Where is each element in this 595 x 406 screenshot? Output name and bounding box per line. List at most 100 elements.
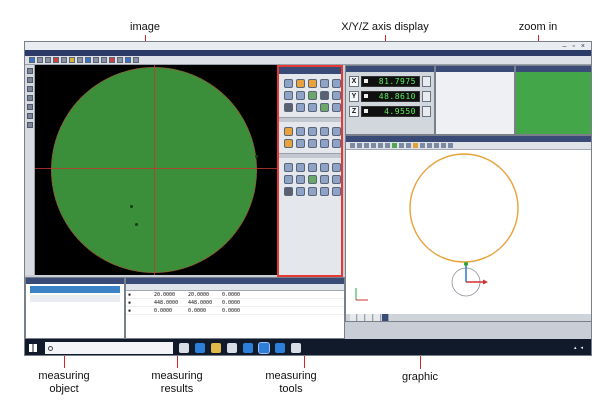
grid-tool-icon[interactable] <box>332 187 341 196</box>
close-icon[interactable]: × <box>581 43 585 50</box>
circle-tool-icon[interactable] <box>308 79 317 88</box>
graphic-view[interactable] <box>345 135 591 322</box>
minimize-icon[interactable]: – <box>563 43 567 50</box>
graphic-tool-icon[interactable] <box>371 143 376 148</box>
table-row[interactable]: ▪ 448.0000 448.0000 0.0000 <box>126 299 344 307</box>
graphic-tool-icon[interactable] <box>385 143 390 148</box>
toolbar-icon[interactable] <box>37 57 43 63</box>
rectangle-tool-icon[interactable] <box>284 91 293 100</box>
table-row[interactable]: ▪ 0.0000 0.0000 0.0000 <box>126 307 344 315</box>
x-axis-key[interactable]: X <box>349 75 359 87</box>
spline-tool-icon[interactable] <box>308 163 317 172</box>
toolbar-icon[interactable] <box>93 57 99 63</box>
start-button[interactable] <box>25 339 41 355</box>
width-tool-icon[interactable] <box>296 175 305 184</box>
toolbar-icon[interactable] <box>29 57 35 63</box>
y-axis-key[interactable]: Y <box>349 90 359 102</box>
taskbar-search[interactable] <box>45 342 173 354</box>
z-axis-key[interactable]: Z <box>349 105 359 117</box>
toolbar-icon[interactable] <box>133 57 139 63</box>
box-tool-icon[interactable] <box>284 175 293 184</box>
toolbar-icon[interactable] <box>85 57 91 63</box>
edge-icon[interactable] <box>195 343 205 353</box>
object-row[interactable] <box>30 295 120 302</box>
mail-icon[interactable] <box>243 343 253 353</box>
graphic-tool-icon[interactable] <box>364 143 369 148</box>
store-icon[interactable] <box>227 343 237 353</box>
x-zero-button[interactable] <box>422 75 431 87</box>
trash-tool-icon[interactable] <box>284 187 293 196</box>
graphic-tool-icon[interactable] <box>427 143 432 148</box>
y-zero-button[interactable] <box>422 90 431 102</box>
point-tool-icon[interactable] <box>284 79 293 88</box>
graphic-tool-icon[interactable] <box>350 143 355 148</box>
restore-icon[interactable]: ▫ <box>572 43 574 50</box>
graphic-tab[interactable] <box>350 314 357 321</box>
graphic-tool-icon[interactable] <box>413 143 418 148</box>
polyline-tool-icon[interactable] <box>296 163 305 172</box>
side-tool-icon[interactable] <box>27 77 33 83</box>
graphic-tool-icon[interactable] <box>448 143 453 148</box>
line-fit-tool-icon[interactable] <box>284 163 293 172</box>
app-icon[interactable] <box>275 343 285 353</box>
toolbar-icon[interactable] <box>53 57 59 63</box>
text-tool-icon[interactable] <box>332 139 341 148</box>
arc-fit-tool-icon[interactable] <box>332 163 341 172</box>
perpendicular-tool-icon[interactable] <box>320 175 329 184</box>
side-tool-icon[interactable] <box>27 68 33 74</box>
network-icon[interactable]: ▴ <box>574 345 577 351</box>
side-tool-icon[interactable] <box>27 113 33 119</box>
graphic-tool-icon[interactable] <box>420 143 425 148</box>
image-view[interactable] <box>35 65 277 275</box>
graphic-tool-icon[interactable] <box>399 143 404 148</box>
move-tool-icon[interactable] <box>320 127 329 136</box>
copy-tool-icon[interactable] <box>296 139 305 148</box>
parallel-tool-icon[interactable] <box>308 175 317 184</box>
graphic-tool-icon[interactable] <box>406 143 411 148</box>
table-row[interactable]: ▪ 20.0000 20.0000 0.0000 <box>126 291 344 299</box>
lock-tool-icon[interactable] <box>296 187 305 196</box>
edge-find-tool-icon[interactable] <box>296 103 305 112</box>
graphic-tool-icon[interactable] <box>434 143 439 148</box>
toolbar-icon[interactable] <box>77 57 83 63</box>
z-zero-button[interactable] <box>422 105 431 117</box>
object-row-selected[interactable] <box>30 286 120 293</box>
folder-icon[interactable] <box>211 343 221 353</box>
construct-tool-icon[interactable] <box>308 103 317 112</box>
graphic-tool-icon[interactable] <box>392 143 397 148</box>
ellipse-tool-icon[interactable] <box>332 79 341 88</box>
focus-tool-icon[interactable] <box>284 103 293 112</box>
app-icon[interactable] <box>258 342 270 354</box>
measure-tool-icon[interactable] <box>284 139 293 148</box>
intersect-tool-icon[interactable] <box>320 103 329 112</box>
symmetry-tool-icon[interactable] <box>332 175 341 184</box>
task-view-icon[interactable] <box>179 343 189 353</box>
toolbar-icon[interactable] <box>117 57 123 63</box>
toolbar-icon[interactable] <box>125 57 131 63</box>
arc-tool-icon[interactable] <box>320 79 329 88</box>
offset-tool-icon[interactable] <box>320 139 329 148</box>
graphic-tab-active[interactable] <box>382 314 389 321</box>
pen-tool-icon[interactable] <box>296 127 305 136</box>
side-tool-icon[interactable] <box>27 95 33 101</box>
toolbar-icon[interactable] <box>61 57 67 63</box>
toolbar-icon[interactable] <box>101 57 107 63</box>
side-tool-icon[interactable] <box>27 122 33 128</box>
side-tool-icon[interactable] <box>27 104 33 110</box>
graphic-tab[interactable] <box>366 314 373 321</box>
distance-tool-icon[interactable] <box>308 91 317 100</box>
graphic-tab[interactable] <box>358 314 365 321</box>
toolbar-icon[interactable] <box>109 57 115 63</box>
toolbar-icon[interactable] <box>45 57 51 63</box>
toolbar-icon[interactable] <box>69 57 75 63</box>
angle-tool-icon[interactable] <box>320 91 329 100</box>
rotate-tool-icon[interactable] <box>332 127 341 136</box>
light-tool-icon[interactable] <box>320 187 329 196</box>
select-tool-icon[interactable] <box>308 127 317 136</box>
slot-tool-icon[interactable] <box>296 91 305 100</box>
camera-tool-icon[interactable] <box>308 187 317 196</box>
line-tool-icon[interactable] <box>296 79 305 88</box>
curve-tool-icon[interactable] <box>332 91 341 100</box>
chord-tool-icon[interactable] <box>320 163 329 172</box>
graphic-tool-icon[interactable] <box>378 143 383 148</box>
